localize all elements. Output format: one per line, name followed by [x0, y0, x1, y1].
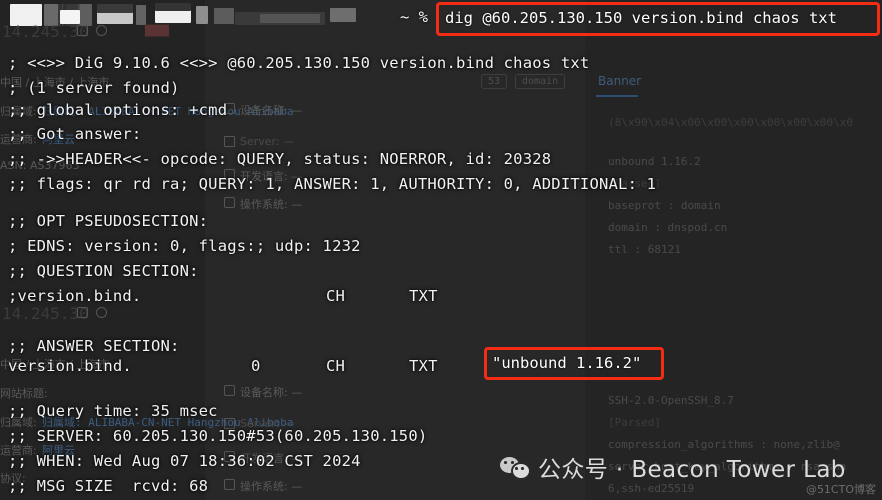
bg-parsed-2: [Parsed] — [608, 416, 661, 429]
bg-tag-redacted: ████ — [145, 26, 170, 37]
device-icon — [224, 385, 235, 396]
os-icon — [224, 479, 235, 490]
redacted-block — [196, 6, 208, 24]
language-icon — [224, 169, 235, 180]
watermark-text: 公众号 · Beacon Tower Lab — [538, 457, 846, 483]
service-badge[interactable]: domain — [515, 74, 566, 89]
bg-server-label: Server: — — [240, 135, 295, 148]
device-icon — [224, 103, 235, 114]
bg-ip-label: 14.245.30 — [2, 22, 89, 41]
bg-location: 中国 / 上海市 / 上海市 — [0, 76, 110, 89]
bg-isp-label: 运营商: — [0, 133, 37, 146]
redacted-block — [136, 5, 146, 25]
power-icon — [96, 307, 107, 318]
bg-ttl: ttl : 68121 — [608, 243, 681, 256]
os-icon — [224, 197, 235, 208]
background-scan-page: 14.245.30 ████ 中国 / 上海市 / 上海市 归属域: 归属域: … — [0, 0, 882, 500]
bg-operating-system-2: 操作系统: — — [240, 480, 303, 493]
tab-banner[interactable]: Banner — [598, 74, 641, 88]
bg-ssh-banner: SSH-2.0-OpenSSH_8.7 — [608, 394, 734, 407]
bg-asn-label: 归属域: — [0, 105, 37, 118]
bg-banner-unbound: unbound 1.16.2 — [608, 155, 701, 168]
dig-command-text[interactable]: dig @60.205.130.150 version.bind chaos t… — [445, 9, 837, 27]
tab-banner-underline — [596, 95, 638, 97]
copy-icon — [77, 25, 88, 36]
wechat-icon — [500, 455, 531, 480]
copy-icon — [77, 307, 88, 318]
redacted-block — [155, 3, 191, 11]
bg-protocol-label: 协议: — [0, 472, 26, 485]
bg-device-name-2: 设备名称: — — [240, 386, 303, 399]
credit-watermark: @51CTO博客 — [805, 483, 876, 496]
bg-site-title: 网站标题: — [0, 387, 48, 400]
redacted-block — [214, 8, 234, 24]
power-icon — [96, 25, 107, 36]
bg-dev-language-2: 开发语言: — — [240, 452, 303, 465]
bg-isp-label-2: 运营商: — [0, 444, 37, 457]
bg-dev-language: 开发语言: — — [240, 170, 303, 183]
bg-domain: domain : dnspod.cn — [608, 221, 728, 234]
redacted-block — [97, 4, 133, 13]
language-icon — [224, 451, 235, 462]
server-stack-icon — [224, 136, 235, 147]
bg-operating-system: 操作系统: — — [240, 198, 303, 211]
bg-parsed-1: [Parsed] — [608, 177, 661, 190]
bg-ip-label-2: 14.245.30 — [2, 304, 89, 323]
bg-device-name: 设备名称: — — [240, 104, 303, 117]
bg-baseprot: baseprot : domain — [608, 199, 721, 212]
answer-value-text: "unbound 1.16.2" — [492, 354, 642, 372]
bg-isp-value-2[interactable]: 阿里云 — [42, 442, 75, 458]
watermark: 公众号 · Beacon Tower Lab — [500, 450, 846, 484]
bg-asn-label-2: 归属域: — [0, 416, 37, 429]
terminal-screenshot: 14.245.30 ████ 中国 / 上海市 / 上海市 归属域: 归属域: … — [0, 0, 882, 500]
bg-isp-value[interactable]: 阿里云 — [42, 131, 75, 147]
port-badge[interactable]: 53 — [481, 74, 508, 89]
bg-hex-dump: (8\x90\x04\x00\x00\x00\x00\x00\x00\x0 — [608, 116, 854, 129]
redacted-block — [260, 14, 320, 23]
list-icon — [115, 307, 126, 318]
redacted-block — [155, 10, 191, 23]
bg-asn-code: ASN: AS37963 — [0, 159, 80, 172]
redacted-block — [330, 8, 356, 22]
bg-location-2: 中国 / 上海市 / 上海市 — [0, 358, 110, 371]
server-stack-icon — [224, 418, 235, 429]
list-icon — [115, 25, 126, 36]
bg-server-label-2: Server: — — [240, 417, 295, 430]
